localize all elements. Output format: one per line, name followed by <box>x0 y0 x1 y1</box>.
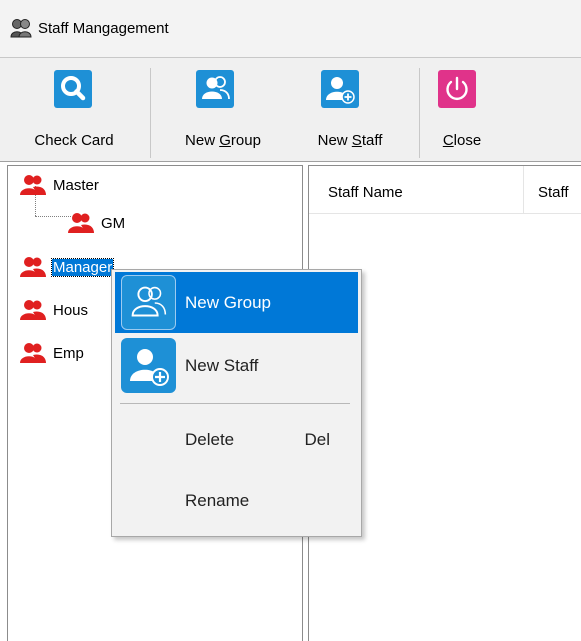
tree-node-label: GM <box>101 214 126 232</box>
toolbar-divider <box>419 68 420 158</box>
group-person-icon <box>20 175 46 195</box>
menu-item-label: Rename <box>185 491 250 510</box>
new-group-label: New Group <box>185 132 261 149</box>
check-card-label: Check Card <box>34 132 114 149</box>
title-bar: Staff Mangagement <box>0 0 581 58</box>
menu-item-label: New Group <box>185 293 271 312</box>
group-person-icon <box>20 300 46 320</box>
check-card-button[interactable]: Check Card <box>6 58 142 162</box>
new-group-button[interactable]: New Group <box>166 58 280 162</box>
menu-separator <box>120 403 350 404</box>
menu-item-new-staff[interactable]: New Staff <box>115 335 358 396</box>
toolbar-divider <box>150 68 151 158</box>
context-menu: New Group New Staff Delete Del Rename <box>111 269 362 537</box>
group-icon <box>121 275 176 330</box>
menu-item-shortcut: Del <box>304 430 330 449</box>
add-staff-icon <box>121 338 176 393</box>
group-person-icon <box>20 257 46 277</box>
new-staff-button[interactable]: New Staff <box>300 58 400 162</box>
close-label: Close <box>442 132 482 149</box>
column-header-staff-name[interactable]: Staff Name <box>328 184 403 201</box>
power-icon <box>438 70 476 108</box>
menu-item-delete[interactable]: Delete Del <box>115 409 358 470</box>
app-group-icon <box>10 19 32 38</box>
group-person-icon <box>20 343 46 363</box>
tree-node-manager[interactable]: Manager <box>20 256 115 278</box>
tree-node-emp[interactable]: Emp <box>20 342 85 364</box>
column-header-staff[interactable]: Staff <box>538 184 581 201</box>
add-staff-icon <box>321 70 359 108</box>
tree-node-label: Emp <box>53 344 84 362</box>
menu-item-label: Delete <box>185 430 235 449</box>
tree-node-gm[interactable]: GM <box>68 212 126 234</box>
tree-connector <box>35 216 71 217</box>
tree-node-label: Hous <box>53 301 89 319</box>
menu-item-label: New Staff <box>185 356 259 375</box>
menu-item-new-group[interactable]: New Group <box>115 272 358 333</box>
tree-node-label-selected: Manager <box>50 257 115 277</box>
new-staff-label: New Staff <box>317 132 383 149</box>
group-icon <box>196 70 234 108</box>
close-button[interactable]: Close <box>426 58 498 162</box>
menu-item-rename[interactable]: Rename <box>115 470 358 531</box>
window-title: Staff Mangagement <box>38 20 169 37</box>
tree-node-label: Master <box>53 176 99 194</box>
search-icon <box>54 70 92 108</box>
tree-node-master[interactable]: Master <box>20 174 100 196</box>
column-divider[interactable] <box>523 166 524 214</box>
list-header: Staff Name Staff <box>309 166 581 214</box>
group-person-icon <box>68 213 94 233</box>
toolbar: Check Card New Group New Staff Close <box>0 58 581 162</box>
tree-node-hous[interactable]: Hous <box>20 299 89 321</box>
